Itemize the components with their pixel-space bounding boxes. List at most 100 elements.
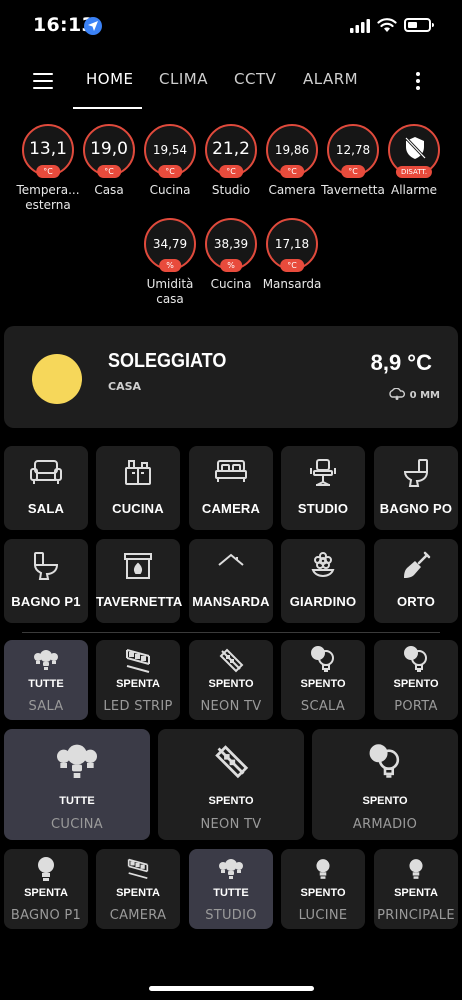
sensor-label: Allarme [390, 183, 438, 197]
room-name: CAMERA [201, 501, 261, 516]
toilet-icon [374, 458, 458, 488]
light-cucina[interactable]: TUTTE CUCINA [4, 729, 150, 840]
light-lucine[interactable]: SPENTO LUCINE [281, 849, 365, 929]
flower-icon [281, 551, 365, 581]
room-cucina[interactable]: CUCINA [96, 446, 180, 530]
room-bagno-po[interactable]: BAGNO PO [374, 446, 458, 530]
sensor-temperatura-esterna[interactable]: 13,1 °C Tempera... esterna [16, 124, 80, 213]
sensor-label: Tempera... esterna [16, 183, 80, 212]
weather-card[interactable]: SOLEGGIATO CASA 8,9 °C 0 MM [4, 326, 458, 428]
sensor-allarme[interactable]: DISATT. Allarme [382, 124, 446, 198]
room-name: SALA [27, 501, 65, 516]
sensor-tavernetta[interactable]: 12,78 °C Tavernetta [321, 124, 385, 198]
room-bagno-p1[interactable]: BAGNO P1 [4, 539, 88, 623]
light-principale[interactable]: SPENTA PRINCIPALE [374, 849, 458, 929]
weather-condition: SOLEGGIATO [108, 350, 227, 372]
light-state: SPENTO [393, 678, 439, 690]
sensor-mansarda[interactable]: 17,18 °C Mansarda [260, 218, 324, 292]
location-arrow-icon [84, 17, 102, 35]
tab-alarm[interactable]: ALARM [303, 70, 358, 88]
sensor-cucina-temp[interactable]: 19,54 °C Cucina [138, 124, 202, 198]
room-studio[interactable]: STUDIO [281, 446, 365, 530]
light-state: SPENTO [208, 795, 254, 807]
light-neon-tv[interactable]: SPENTO NEON TV [189, 640, 273, 720]
sensor-value: 19,54 [152, 143, 188, 157]
kitchen-icon [96, 458, 180, 488]
lightbulb-multiple-icon [312, 743, 458, 779]
light-name: STUDIO [205, 908, 257, 923]
sensor-camera[interactable]: 19,86 °C Camera [260, 124, 324, 198]
lightbulb-group-icon [4, 743, 150, 783]
lightbulb-icon [4, 856, 88, 882]
sensor-unit: % [220, 259, 242, 272]
room-name: TAVERNETTA [96, 594, 183, 609]
sensor-casa[interactable]: 19,0 °C Casa [77, 124, 141, 198]
light-name: ARMADIO [352, 817, 418, 832]
hamburger-menu-icon[interactable] [33, 73, 53, 89]
led-strip-icon [96, 647, 180, 673]
light-porta[interactable]: SPENTO PORTA [374, 640, 458, 720]
light-state: TUTTE [213, 887, 249, 899]
light-studio[interactable]: TUTTE STUDIO [189, 849, 273, 929]
room-name: ORTO [396, 594, 436, 609]
weather-rain: 0 MM [388, 388, 440, 402]
light-name: PORTA [394, 699, 438, 714]
sensor-label: Umidità casa [146, 277, 194, 306]
sensor-umidita-casa[interactable]: 34,79% Umidità casa [138, 218, 202, 307]
home-indicator[interactable] [149, 986, 314, 991]
light-name: CUCINA [51, 817, 103, 832]
more-options-icon[interactable] [416, 72, 420, 90]
room-name: BAGNO PO [379, 501, 453, 516]
weather-temperature: 8,9 °C [370, 350, 432, 375]
sensor-label: Cucina [210, 277, 252, 291]
room-name: CUCINA [112, 501, 164, 516]
sensor-value: 13,1 [29, 139, 67, 159]
lightbulb-multiple-icon [374, 645, 458, 673]
section-divider [22, 632, 440, 633]
sensor-unit: DISATT. [395, 166, 433, 178]
sensor-value: 19,0 [90, 139, 128, 159]
battery-icon [404, 18, 434, 32]
led-strip-icon [158, 743, 304, 779]
led-strip-icon [189, 647, 273, 673]
room-orto[interactable]: ORTO [374, 539, 458, 623]
sun-icon [32, 354, 82, 404]
weather-location: CASA [108, 380, 142, 393]
light-bagno-p1[interactable]: SPENTA BAGNO P1 [4, 849, 88, 929]
room-mansarda[interactable]: MANSARDA [189, 539, 273, 623]
room-sala[interactable]: SALA [4, 446, 88, 530]
room-camera[interactable]: CAMERA [189, 446, 273, 530]
sensor-umidita-cucina[interactable]: 38,39% Cucina [199, 218, 263, 292]
light-name: LED STRIP [103, 699, 173, 714]
room-name: MANSARDA [192, 594, 270, 609]
light-neon-tv-2[interactable]: SPENTO NEON TV [158, 729, 304, 840]
light-armadio[interactable]: SPENTO ARMADIO [312, 729, 458, 840]
tab-home[interactable]: HOME [86, 70, 134, 88]
light-sala[interactable]: TUTTE SALA [4, 640, 88, 720]
tab-clima[interactable]: CLIMA [159, 70, 208, 88]
tab-cctv[interactable]: CCTV [234, 70, 276, 88]
room-tavernetta[interactable]: TAVERNETTA [96, 539, 183, 623]
sensor-value: 12,78 [335, 143, 371, 157]
light-state: SPENTA [24, 887, 68, 899]
light-camera[interactable]: SPENTA CAMERA [96, 849, 180, 929]
sensor-unit: % [159, 259, 181, 272]
lightbulb-group-icon [189, 858, 273, 882]
sensor-value: 17,18 [274, 237, 310, 251]
lightbulb-multiple-icon [281, 645, 365, 673]
sensor-unit: °C [36, 165, 60, 178]
room-giardino[interactable]: GIARDINO [281, 539, 365, 623]
light-name: CAMERA [109, 908, 167, 923]
toilet-icon [4, 551, 88, 581]
light-led-strip[interactable]: SPENTA LED STRIP [96, 640, 180, 720]
light-scala[interactable]: SPENTO SCALA [281, 640, 365, 720]
sensor-studio[interactable]: 21,2 °C Studio [199, 124, 263, 198]
sofa-icon [4, 458, 88, 488]
sensor-unit: °C [280, 259, 304, 272]
sensor-unit: °C [341, 165, 365, 178]
sensor-value: 38,39 [213, 237, 249, 251]
shovel-icon [374, 551, 458, 581]
light-name: NEON TV [200, 817, 262, 832]
lightbulb-icon [281, 858, 365, 880]
room-name: BAGNO P1 [11, 594, 81, 609]
